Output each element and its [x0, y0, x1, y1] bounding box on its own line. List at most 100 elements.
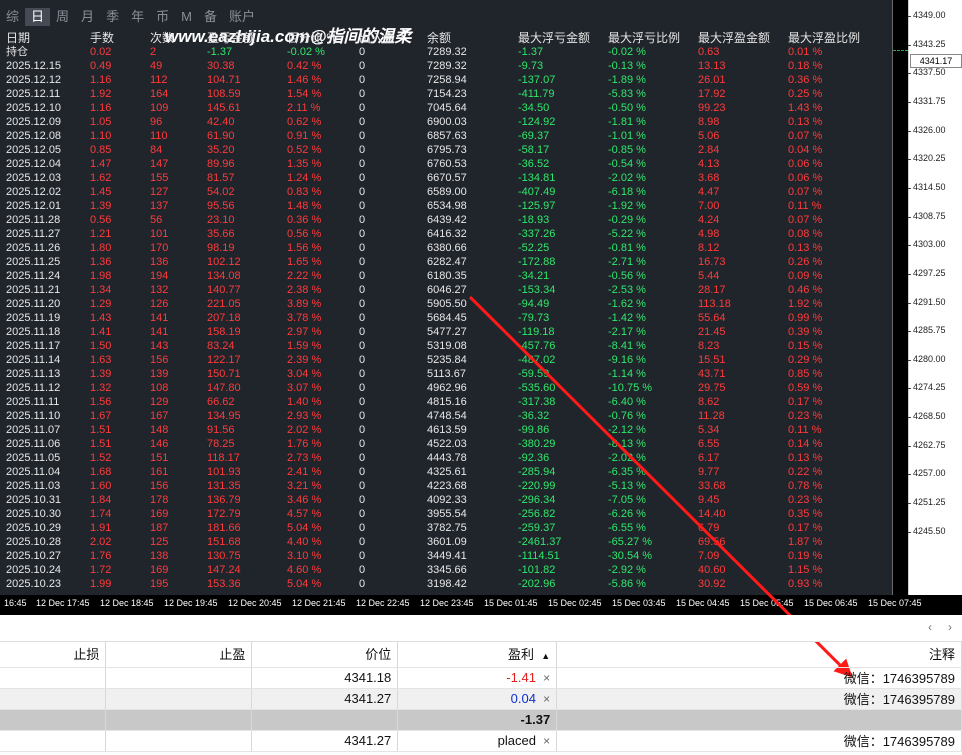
stats-cell: 0 — [359, 74, 366, 86]
cancel-order-icon[interactable]: × — [543, 734, 550, 748]
time-tick-label: 15 Dec 05:45 — [740, 598, 794, 608]
stats-cell: 0 — [359, 116, 366, 128]
stats-cell: 6534.98 — [427, 200, 467, 212]
stats-cell: 1.34 — [90, 284, 112, 296]
stats-cell: 2025.10.31 — [6, 494, 62, 506]
stats-cell: 0.49 — [90, 60, 112, 72]
stats-cell: 6.17 — [698, 452, 720, 464]
tab-5[interactable]: 年 — [125, 8, 150, 26]
stats-hold-row: 持仓 0.02 2 -1.37 -0.02 % 0 7289.32 -1.37 -0.02 % 0… — [6, 45, 868, 59]
stats-cell: 0 — [359, 368, 366, 380]
stats-cell: 2025.10.24 — [6, 564, 62, 576]
stats-cell: 0 — [359, 396, 366, 408]
price-scale[interactable]: 4349.00 4343.25 4337.50 4331.75 4326.00 4320.… — [908, 0, 962, 615]
stats-cell: 29.75 — [698, 382, 726, 394]
order-row[interactable]: 4341.18 -1.41 × 微信：1746395789 — [0, 667, 962, 689]
stats-cell: 1.56 % — [287, 242, 322, 254]
col-header-comment[interactable]: 注释 — [556, 641, 962, 668]
stats-cell: -0.02 % — [287, 46, 325, 58]
tab-4[interactable]: 季 — [100, 8, 125, 26]
stats-cell: 8.98 — [698, 116, 720, 128]
stats-cell: -6.40 % — [608, 396, 646, 408]
stats-cell: 0.39 % — [788, 326, 823, 338]
price-tick-label: 4285.75 — [908, 325, 946, 336]
close-order-icon[interactable]: × — [543, 671, 550, 685]
stats-row: 2025.10.28 2.02 125 151.68 4.40 % 0 3601.09 -24… — [6, 535, 868, 549]
stats-cell: -119.18 — [518, 326, 555, 338]
stats-cell: 0 — [359, 284, 366, 296]
tp-cell — [105, 730, 253, 752]
stats-cell: -92.36 — [518, 452, 550, 464]
scroll-left-icon[interactable]: ‹ — [928, 620, 932, 634]
stats-cell: 6416.32 — [427, 228, 467, 240]
stats-cell: -1.42 % — [608, 312, 646, 324]
stats-row: 2025.11.21 1.34 132 140.77 2.38 % 0 6046.27 -15… — [6, 283, 868, 297]
stats-cell: 0.13 % — [788, 242, 823, 254]
stats-cell: 0.99 % — [788, 312, 823, 324]
stats-cell: 2.41 % — [287, 466, 322, 478]
stats-cell: 2025.11.11 — [6, 396, 60, 408]
time-axis[interactable]: 16:45 12 Dec 17:45 12 Dec 18:45 12 Dec 19:4… — [0, 595, 962, 615]
stats-cell: -5.86 % — [608, 578, 646, 590]
col-header-profit[interactable]: 盈利 ▲ — [397, 641, 558, 668]
stats-cell: 84 — [150, 144, 163, 156]
stats-cell: -18.93 — [518, 214, 550, 226]
stats-cell: 0.93 % — [788, 578, 823, 590]
stats-cell: 0.63 — [698, 46, 720, 58]
stats-cell: 96 — [150, 116, 163, 128]
stats-cell: 164 — [150, 88, 169, 100]
col-header-price[interactable]: 价位 — [251, 641, 399, 668]
stats-cell: 6380.66 — [427, 242, 467, 254]
price-tick-label: 4337.50 — [908, 67, 946, 78]
time-tick-label: 12 Dec 17:45 — [36, 598, 90, 608]
stats-cell: -5.83 % — [608, 88, 646, 100]
stats-cell: -2.02 % — [608, 452, 646, 464]
order-row[interactable]: 4341.27 0.04 × 微信：1746395789 — [0, 688, 962, 710]
stats-cell: 66.62 — [207, 396, 235, 408]
total-profit: -1.37 — [397, 709, 558, 731]
stats-cell: 130.75 — [207, 550, 241, 562]
stats-row: 2025.11.12 1.32 108 147.80 3.07 % 0 4962.96 -53… — [6, 381, 868, 395]
stats-cell: 1.51 — [90, 424, 112, 436]
tab-0[interactable]: 综 — [0, 8, 25, 26]
time-tick-label: 12 Dec 22:45 — [356, 598, 410, 608]
price-cell: 4341.27 — [251, 688, 399, 710]
stats-cell: 0.36 % — [287, 214, 322, 226]
stats-cell: 3449.41 — [427, 550, 467, 562]
col-header-tp[interactable]: 止盈 — [105, 641, 253, 668]
stats-cell: 4613.59 — [427, 424, 467, 436]
stats-row: 2025.11.04 1.68 161 101.93 2.41 % 0 4325.61 -28… — [6, 465, 868, 479]
tab-1[interactable]: 日 — [25, 8, 51, 26]
stats-row: 2025.11.18 1.41 141 158.19 2.97 % 0 5477.27 -11… — [6, 325, 868, 339]
stats-cell: 2.97 % — [287, 326, 322, 338]
stats-cell: 178 — [150, 494, 169, 506]
stats-cell: 194 — [150, 270, 169, 282]
tab-2[interactable]: 周 — [50, 8, 75, 26]
stats-cell: 0 — [359, 438, 366, 450]
stats-cell: 195 — [150, 578, 169, 590]
tab-3[interactable]: 月 — [75, 8, 100, 26]
stats-cell: -2.71 % — [608, 256, 646, 268]
stats-cell: 137 — [150, 200, 169, 212]
stats-cell: 15.51 — [698, 354, 726, 366]
stats-cell: 2025.12.12 — [6, 74, 62, 86]
stats-cell: -2.53 % — [608, 284, 646, 296]
stats-cell: 0.07 % — [788, 130, 823, 142]
stats-cell: 14.40 — [698, 508, 726, 520]
stats-cell: 1.60 — [90, 480, 112, 492]
stats-cell: 145.61 — [207, 102, 241, 114]
pending-order-row[interactable]: 4341.27 placed × 微信：1746395789 — [0, 730, 962, 752]
time-tick-label: 12 Dec 18:45 — [100, 598, 154, 608]
stats-cell: 0.18 % — [788, 60, 823, 72]
stats-cell: 40.60 — [698, 564, 726, 576]
price-tick-label: 4297.25 — [908, 267, 946, 278]
stats-cell: -52.25 — [518, 242, 550, 254]
stats-cell: 0 — [359, 480, 366, 492]
stats-cell: 1.92 % — [788, 298, 823, 310]
col-header-sl[interactable]: 止损 — [0, 641, 107, 668]
stats-cell: 95.56 — [207, 200, 235, 212]
close-order-icon[interactable]: × — [543, 692, 550, 706]
stats-cell: -34.50 — [518, 102, 550, 114]
scroll-right-icon[interactable]: › — [948, 620, 952, 634]
stats-cell: 6795.73 — [427, 144, 467, 156]
